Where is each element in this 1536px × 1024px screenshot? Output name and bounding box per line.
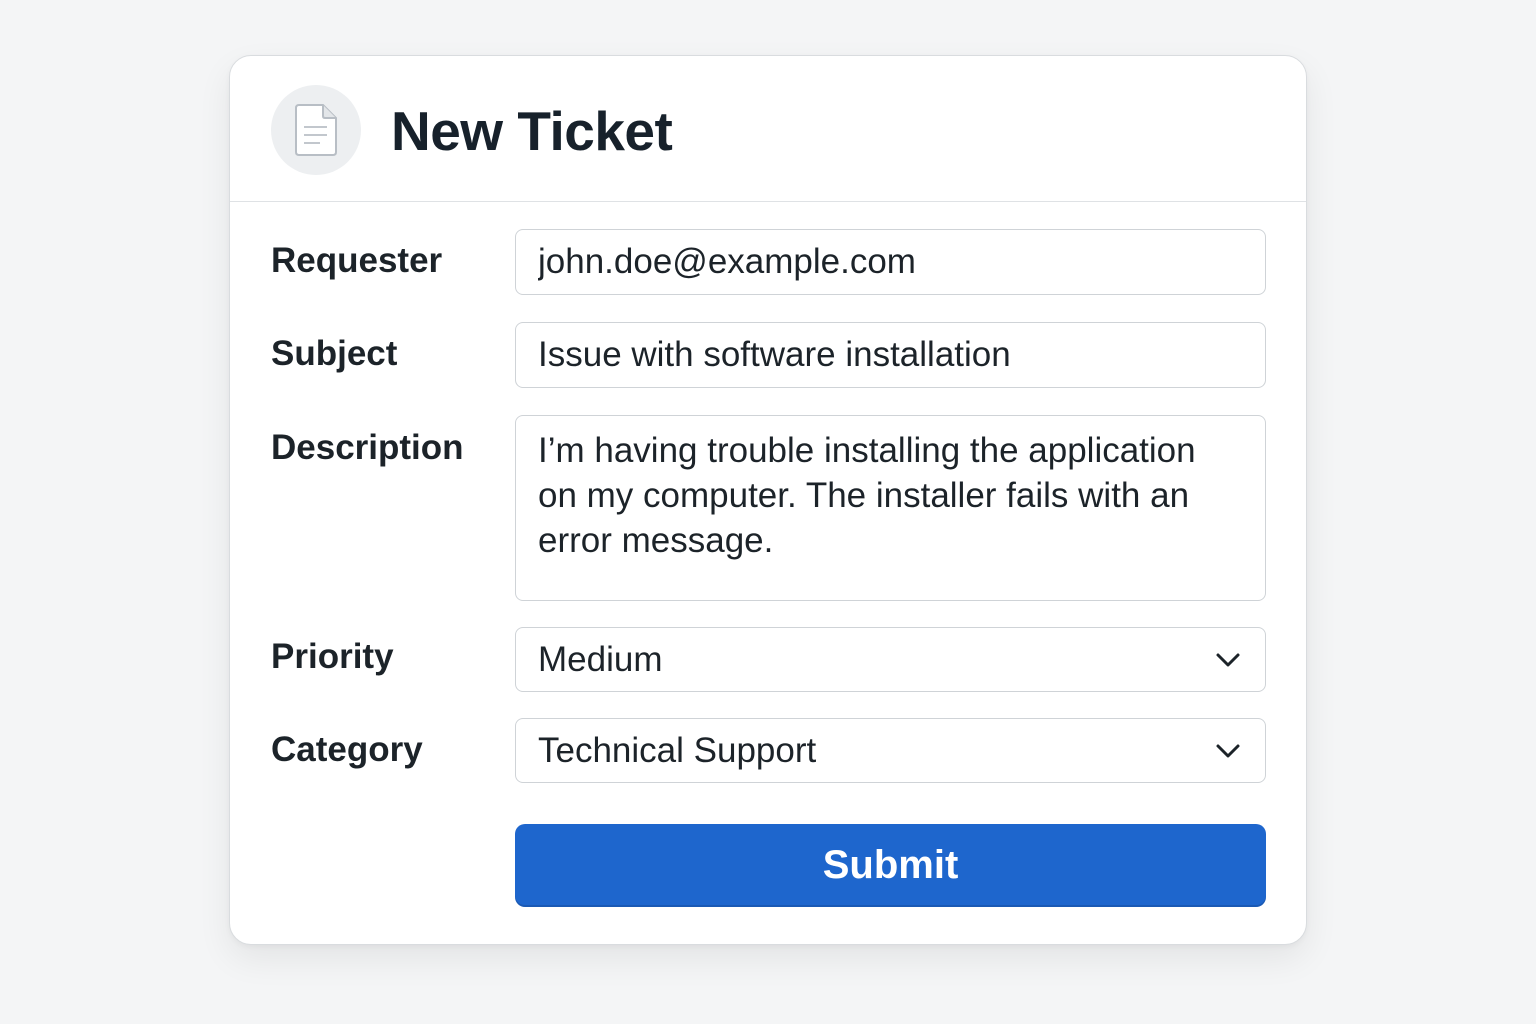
chevron-down-icon: [1213, 645, 1243, 675]
subject-input[interactable]: [515, 322, 1266, 388]
page-title: New Ticket: [391, 100, 673, 162]
category-select[interactable]: Technical Support: [515, 718, 1266, 783]
document-icon: [271, 85, 361, 175]
category-label: Category: [271, 730, 423, 769]
chevron-down-icon: [1213, 736, 1243, 766]
requester-input[interactable]: [515, 229, 1266, 295]
priority-select[interactable]: Medium: [515, 627, 1266, 692]
subject-label: Subject: [271, 334, 398, 373]
requester-label: Requester: [271, 241, 443, 280]
card-header: New Ticket: [230, 56, 1306, 202]
priority-selected-value: Medium: [538, 639, 663, 679]
priority-label: Priority: [271, 637, 394, 676]
description-textarea[interactable]: I’m having trouble installing the applic…: [515, 415, 1266, 601]
description-label: Description: [271, 428, 464, 467]
new-ticket-card: New Ticket Requester Subject Description…: [229, 55, 1307, 945]
category-selected-value: Technical Support: [538, 730, 817, 770]
submit-button[interactable]: Submit: [515, 824, 1266, 907]
